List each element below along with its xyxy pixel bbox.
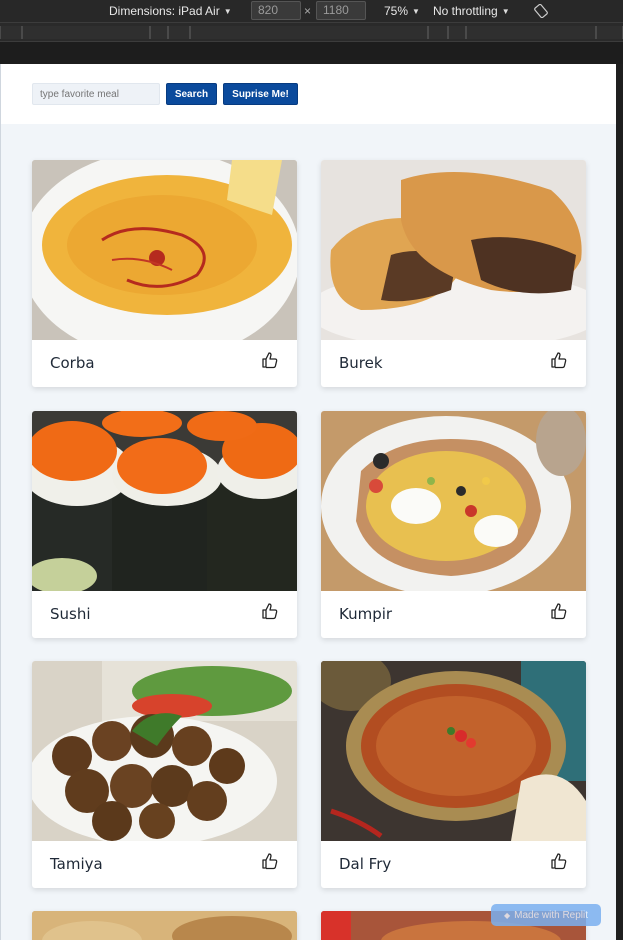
thumbs-up-icon[interactable] [549, 851, 569, 871]
meal-image-partial [32, 911, 297, 940]
meal-image-burek [321, 160, 586, 340]
meal-card[interactable]: Kumpir [321, 411, 586, 638]
replit-icon: ◆ [503, 910, 511, 920]
device-dimensions-dropdown[interactable]: Dimensions: iPad Air ▼ [109, 0, 232, 22]
meal-image-kumpir [321, 411, 586, 591]
search-button[interactable]: Search [166, 83, 217, 105]
device-dimensions-label: Dimensions: iPad Air [109, 4, 220, 18]
times-sign: × [304, 4, 312, 18]
page-viewport: Search Suprise Me! Corba [0, 64, 616, 940]
search-input[interactable] [32, 83, 160, 105]
search-header: Search Suprise Me! [1, 64, 616, 124]
devtools-gap [0, 42, 623, 64]
thumbs-up-icon[interactable] [549, 350, 569, 370]
replit-badge-label: Made with Replit [514, 909, 589, 921]
meal-name: Corba [50, 354, 95, 372]
meal-card[interactable]: Sushi [32, 411, 297, 638]
meal-name: Burek [339, 354, 383, 372]
meal-image-dal [321, 661, 586, 841]
zoom-dropdown[interactable]: 75% ▼ [384, 0, 420, 22]
meal-name: Sushi [50, 605, 91, 623]
meal-name: Dal Fry [339, 855, 392, 873]
meal-image-soup [32, 160, 297, 340]
meal-card[interactable]: Dal Fry [321, 661, 586, 888]
meal-card[interactable]: Burek [321, 160, 586, 387]
replit-badge[interactable]: ◆ Made with Replit [491, 904, 601, 926]
meal-image-sushi [32, 411, 297, 591]
meal-name: Tamiya [50, 855, 103, 873]
meal-name: Kumpir [339, 605, 393, 623]
meal-card[interactable]: Corba [32, 160, 297, 387]
thumbs-up-icon[interactable] [549, 601, 569, 621]
thumbs-up-icon[interactable] [260, 350, 280, 370]
thumbs-up-icon[interactable] [260, 851, 280, 871]
throttling-dropdown[interactable]: No throttling ▼ [433, 0, 510, 22]
thumbs-up-icon[interactable] [260, 601, 280, 621]
devtools-toolbar: Dimensions: iPad Air ▼ 820 × 1180 75% ▼ … [0, 0, 623, 22]
surprise-button[interactable]: Suprise Me! [223, 83, 298, 105]
zoom-label: 75% [384, 4, 409, 18]
meal-card[interactable]: Tamiya [32, 661, 297, 888]
chevron-down-icon: ▼ [501, 6, 510, 16]
throttling-label: No throttling [433, 4, 498, 18]
rotate-icon[interactable] [534, 0, 548, 22]
width-input[interactable]: 820 [251, 1, 301, 20]
meal-image-falafel [32, 661, 297, 841]
height-input[interactable]: 1180 [316, 1, 366, 20]
chevron-down-icon: ▼ [412, 6, 420, 16]
meal-card-partial[interactable] [32, 911, 297, 940]
media-query-ruler [0, 22, 623, 42]
chevron-down-icon: ▼ [223, 6, 232, 16]
